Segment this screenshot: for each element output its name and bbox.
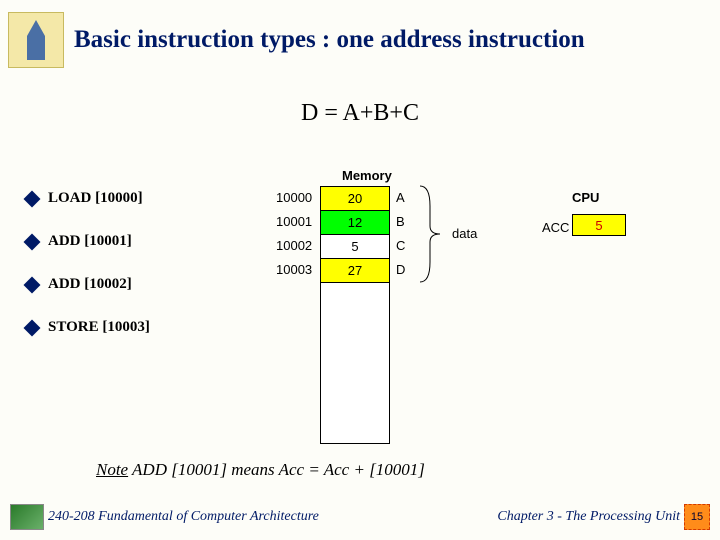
bullet-icon [24, 233, 41, 250]
note-body: ADD [10001] means Acc = Acc + [10001] [128, 460, 425, 479]
footer-left: 240-208 Fundamental of Computer Architec… [48, 509, 319, 525]
variable-name: C [396, 234, 405, 258]
list-item: ADD [10002] [26, 276, 150, 293]
data-label: data [452, 226, 477, 241]
header: Basic instruction types : one address in… [0, 0, 720, 68]
bullet-icon [24, 190, 41, 207]
equation: D = A+B+C [0, 100, 720, 127]
memory-cell: 5 [321, 235, 389, 259]
footer: 240-208 Fundamental of Computer Architec… [0, 504, 720, 530]
variable-column: A B C D [396, 186, 405, 282]
note-line: Note ADD [10001] means Acc = Acc + [1000… [96, 460, 425, 480]
address-cell: 10002 [276, 234, 312, 258]
address-cell: 10001 [276, 210, 312, 234]
memory-cell: 20 [321, 187, 389, 211]
list-item: LOAD [10000] [26, 190, 150, 207]
bullet-icon [24, 276, 41, 293]
instruction-list: LOAD [10000] ADD [10001] ADD [10002] STO… [26, 190, 150, 362]
brace-icon [418, 186, 446, 282]
acc-register: 5 [572, 214, 626, 236]
list-item: ADD [10001] [26, 233, 150, 250]
variable-name: B [396, 210, 405, 234]
memory-empty [321, 283, 389, 443]
bullet-icon [24, 319, 41, 336]
page-number-badge: 15 [684, 504, 710, 530]
address-cell: 10003 [276, 258, 312, 282]
list-item: STORE [10003] [26, 319, 150, 336]
memory-table: 20 12 5 27 [320, 186, 390, 444]
note-prefix: Note [96, 460, 128, 479]
footer-right: Chapter 3 - The Processing Unit [497, 509, 680, 525]
address-column: 10000 10001 10002 10003 [276, 186, 312, 282]
footer-logo-icon [10, 504, 44, 530]
list-item-label: LOAD [10000] [48, 190, 143, 207]
slide-title: Basic instruction types : one address in… [74, 26, 585, 54]
memory-cell: 27 [321, 259, 389, 283]
memory-header: Memory [342, 168, 392, 183]
variable-name: D [396, 258, 405, 282]
list-item-label: STORE [10003] [48, 319, 150, 336]
university-crest-icon [8, 12, 64, 68]
acc-label: ACC [542, 220, 569, 235]
list-item-label: ADD [10002] [48, 276, 132, 293]
list-item-label: ADD [10001] [48, 233, 132, 250]
memory-cell: 12 [321, 211, 389, 235]
variable-name: A [396, 186, 405, 210]
cpu-header: CPU [572, 190, 599, 205]
address-cell: 10000 [276, 186, 312, 210]
